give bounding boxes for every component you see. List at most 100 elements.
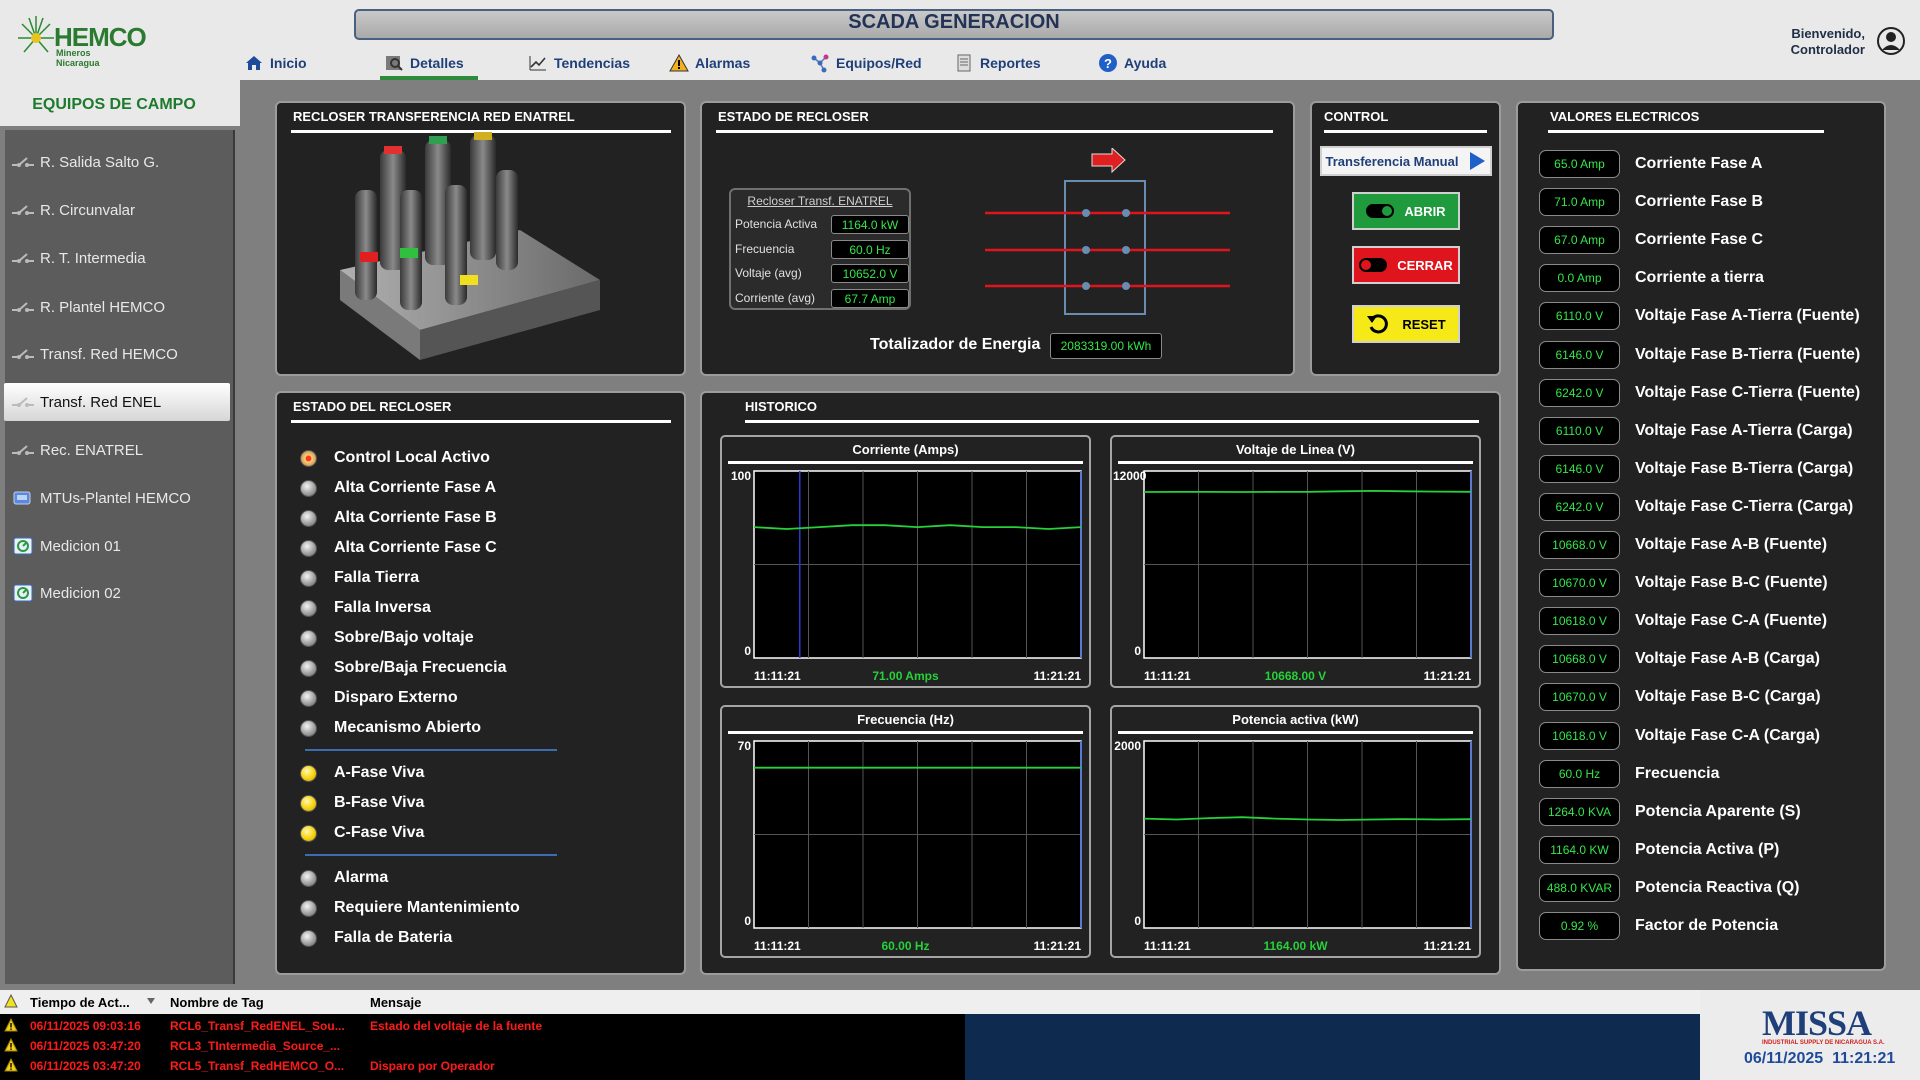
logo-mark-icon	[18, 16, 54, 53]
x-end-label: 11:21:21	[1033, 669, 1081, 683]
status-led-icon	[300, 764, 317, 782]
button-label: RESET	[1402, 316, 1446, 332]
alarm-tag: RCL6_Transf_RedENEL_Sou...	[170, 1019, 345, 1033]
status-label: C-Fase Viva	[334, 824, 425, 841]
nav-alarmas[interactable]: Alarmas	[669, 50, 750, 76]
info-row-corriente: Corriente (avg) 67.7 Amp	[735, 288, 909, 310]
panel-rule	[1548, 130, 1824, 133]
electrical-value: 0.92 %	[1539, 912, 1620, 940]
panel-title: CONTROL	[1324, 109, 1389, 124]
status-label: Falla Tierra	[334, 569, 420, 586]
electrical-value: 6242.0 V	[1539, 378, 1620, 407]
switch-icon	[10, 345, 36, 363]
electrical-label: Voltaje Fase A-Tierra (Carga)	[1635, 421, 1853, 439]
alarm-row[interactable]: 06/11/2025 03:47:20 RCL3_TIntermedia_Sour…	[0, 1036, 965, 1055]
sidebar-item[interactable]: Medicion 01	[4, 527, 230, 565]
status-indicator-row: Alarma	[300, 866, 388, 890]
x-end-label: 11:21:21	[1423, 669, 1471, 683]
warning-icon	[4, 1018, 18, 1032]
nav-label: Detalles	[410, 55, 464, 71]
info-label: Potencia Activa	[735, 217, 818, 231]
status-indicator-row: Falla de Bateria	[300, 926, 452, 950]
x-end-label: 11:21:21	[1033, 939, 1081, 953]
sidebar-item-label: Medicion 02	[40, 584, 121, 602]
status-indicator-row: Falla Tierra	[300, 566, 419, 590]
sidebar-item[interactable]: R. Circunvalar	[4, 191, 230, 229]
current-time: 11:21:21	[1832, 1050, 1896, 1067]
alarm-row[interactable]: 06/11/2025 09:03:16 RCL6_Transf_RedENEL_S…	[0, 1016, 965, 1035]
meter-icon	[10, 584, 36, 602]
status-indicator-row: C-Fase Viva	[300, 821, 424, 845]
nav-equipos-red[interactable]: Equipos/Red	[810, 50, 922, 76]
nav-label: Inicio	[270, 55, 307, 71]
alarm-message: Estado del voltaje de la fuente	[370, 1019, 543, 1033]
y-max-label: 12000	[1113, 469, 1147, 483]
status-indicator-row: Sobre/Bajo voltaje	[300, 626, 474, 650]
trend-chart: Corriente (Amps) 100 0 11:11:21 71.00 Amps 11…	[720, 435, 1091, 688]
electrical-value: 10618.0 V	[1539, 607, 1620, 636]
status-label: Sobre/Baja Frecuencia	[334, 659, 507, 676]
energy-label: Totalizador de Energia	[870, 336, 1041, 353]
sidebar-item[interactable]: Rec. ENATREL	[4, 431, 230, 469]
nav-tendencias[interactable]: Tendencias	[528, 50, 630, 76]
sidebar-item[interactable]: Transf. Red HEMCO	[4, 335, 230, 373]
cerrar-button[interactable]: CERRAR	[1352, 246, 1460, 284]
alarm-tag: RCL3_TIntermedia_Source_...	[170, 1039, 341, 1053]
nav-inicio[interactable]: Inicio	[244, 50, 307, 76]
sidebar-item[interactable]: Medicion 02	[4, 574, 230, 612]
trend-icon	[529, 56, 546, 71]
panel-rule	[291, 420, 671, 423]
nav-reportes[interactable]: Reportes	[954, 50, 1041, 76]
trend-chart: Voltaje de Linea (V) 12000 0 11:11:21 10668.…	[1110, 435, 1481, 688]
panel-rule	[745, 420, 1479, 423]
status-indicator-row: Disparo Externo	[300, 686, 458, 710]
toggle-on-icon	[1366, 204, 1395, 218]
header-message[interactable]: Mensaje	[370, 995, 421, 1010]
electrical-value: 10670.0 V	[1539, 569, 1620, 598]
sidebar-item-label: Transf. Red HEMCO	[40, 345, 178, 363]
status-label: Mecanismo Abierto	[334, 719, 481, 736]
status-label: Alta Corriente Fase A	[334, 479, 497, 496]
nav-ayuda[interactable]: ? Ayuda	[1098, 50, 1166, 76]
status-label: Alta Corriente Fase B	[334, 509, 497, 526]
sidebar-item[interactable]: R. Salida Salto G.	[4, 143, 230, 181]
panel-rule	[716, 130, 1273, 133]
y-min-label: 0	[744, 644, 751, 658]
sidebar-item[interactable]: R. Plantel HEMCO	[4, 288, 230, 326]
switch-icon	[10, 441, 36, 459]
separator	[305, 854, 557, 856]
user-avatar-icon[interactable]	[1876, 26, 1906, 56]
header-tag[interactable]: Nombre de Tag	[170, 995, 264, 1010]
header-time[interactable]: Tiempo de Act...	[30, 995, 130, 1010]
transferencia-manual-button[interactable]: Transferencia Manual	[1320, 146, 1492, 176]
electrical-label: Voltaje Fase C-A (Fuente)	[1635, 612, 1828, 630]
nav-detalles[interactable]: Detalles	[380, 50, 478, 80]
switch-icon	[10, 298, 36, 316]
sidebar-item[interactable]: R. T. Intermedia	[4, 239, 230, 277]
electrical-value: 71.0 Amp	[1539, 188, 1620, 217]
energy-value: 2083319.00 kWh	[1050, 333, 1162, 359]
play-arrow-icon	[1470, 152, 1486, 170]
sidebar-item-label: R. T. Intermedia	[40, 249, 146, 267]
alarm-row[interactable]: 06/11/2025 03:47:20 RCL5_Transf_RedHEMCO_…	[0, 1056, 965, 1075]
reset-button[interactable]: RESET	[1352, 305, 1460, 343]
electrical-label: Corriente Fase A	[1635, 155, 1763, 172]
electrical-value: 1264.0 KVA	[1539, 797, 1620, 826]
nav-label: Reportes	[980, 55, 1041, 71]
electrical-value: 10670.0 V	[1539, 683, 1620, 712]
sidebar-item[interactable]: MTUs-Plantel HEMCO	[4, 479, 230, 517]
sidebar-item[interactable]: Transf. Red ENEL	[4, 383, 230, 421]
abrir-button[interactable]: ABRIR	[1352, 192, 1460, 230]
sidebar-item-label: Transf. Red ENEL	[40, 393, 162, 411]
status-indicator-row: Sobre/Baja Frecuencia	[300, 656, 507, 680]
sidebar-item-label: R. Plantel HEMCO	[40, 298, 166, 316]
recloser-device-image	[340, 132, 600, 360]
electrical-value: 1164.0 KW	[1539, 835, 1620, 864]
logo-subtitle: Mineros Nicaragua	[56, 48, 100, 68]
x-end-label: 11:21:21	[1423, 939, 1471, 953]
sort-arrow-icon[interactable]	[147, 998, 155, 1004]
welcome-text: Bienvenido, Controlador	[1760, 26, 1865, 58]
electrical-value: 6110.0 V	[1539, 416, 1620, 445]
info-value: 1164.0 kW	[831, 215, 909, 234]
y-min-label: 0	[1134, 644, 1141, 658]
